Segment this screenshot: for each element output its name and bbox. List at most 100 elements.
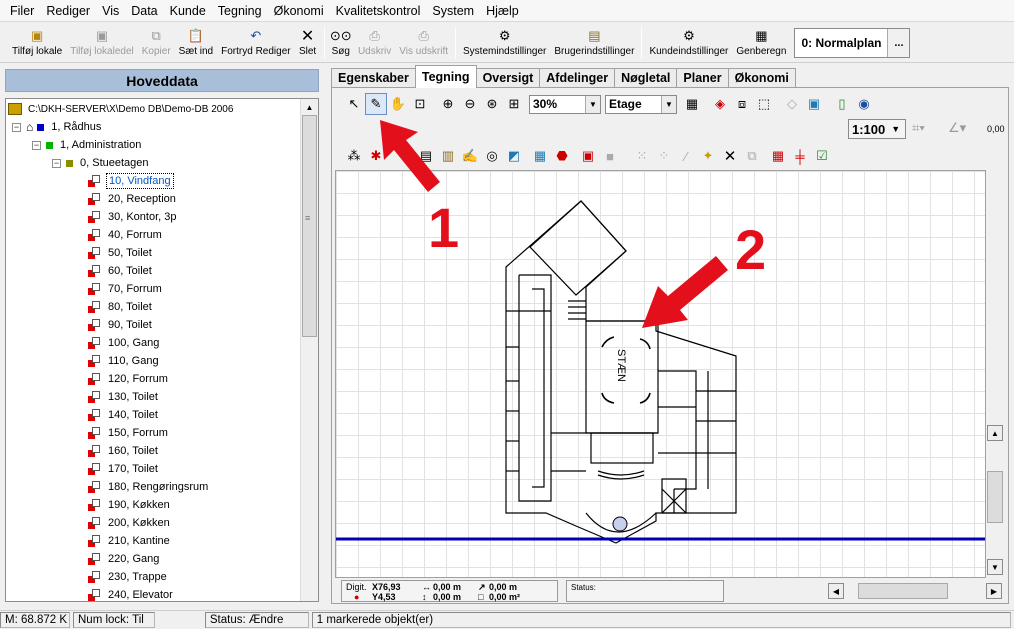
block-tool-icon[interactable]: ■ — [599, 145, 621, 167]
tab-egenskaber[interactable]: Egenskaber — [331, 68, 416, 88]
scroll-left-icon[interactable]: ◀ — [828, 583, 844, 599]
copy-object-icon[interactable]: ⧉ — [741, 145, 763, 167]
menu-data[interactable]: Data — [125, 0, 163, 22]
print-button[interactable]: ⎙ Udskriv — [354, 24, 395, 62]
tree-room-item[interactable]: 190, Køkken — [88, 496, 172, 514]
tree-room-item[interactable]: 50, Toilet — [88, 244, 154, 262]
tab-oversigt[interactable]: Oversigt — [475, 68, 541, 88]
canvas-vscroll-thumb[interactable] — [987, 471, 1003, 523]
menu-kvalitetskontrol[interactable]: Kvalitetskontrol — [330, 0, 427, 22]
tree-room-item[interactable]: 20, Reception — [88, 190, 178, 208]
plan-select[interactable]: 0: Normalplan ... — [794, 27, 911, 58]
tree-room-item[interactable]: 100, Gang — [88, 334, 161, 352]
select-all-icon[interactable]: ⁂ — [343, 145, 365, 167]
tree-room-item[interactable]: 70, Forrum — [88, 280, 164, 298]
menu-kunde[interactable]: Kunde — [164, 0, 212, 22]
cut-icon[interactable]: ✕ — [719, 145, 741, 167]
menu-tegning[interactable]: Tegning — [212, 0, 268, 22]
menu-filer[interactable]: Filer — [4, 0, 40, 22]
tree-room-item[interactable]: 40, Forrum — [88, 226, 164, 244]
paste-button[interactable]: 📋 Sæt ind — [175, 24, 217, 62]
image-icon[interactable]: ▣ — [803, 93, 825, 115]
layers-icon[interactable]: ◇ — [781, 93, 803, 115]
customer-settings-button[interactable]: ⚙ Kundeindstillinger — [645, 24, 732, 62]
add-room-part-button[interactable]: ▣ Tilføj lokaledel — [66, 24, 138, 62]
tab-noegletal[interactable]: Nøgletal — [614, 68, 678, 88]
tree-room-item[interactable]: 230, Trappe — [88, 568, 169, 586]
scroll-right-icon[interactable]: ▶ — [986, 583, 1002, 599]
search-button[interactable]: ⊙⊙ Søg — [328, 24, 354, 62]
star-tool-icon[interactable]: ✦ — [697, 145, 719, 167]
tab-okonomi[interactable]: Økonomi — [727, 68, 796, 88]
checklist-icon[interactable]: ☑ — [811, 145, 833, 167]
visibility-tool-icon[interactable]: ◎ — [481, 145, 503, 167]
zoom-all-icon[interactable]: ⊛ — [481, 93, 503, 115]
tree-scroll-thumb[interactable] — [302, 115, 317, 337]
angle-icon[interactable]: ∠▾ — [948, 120, 966, 136]
zoom-selection-icon[interactable]: ⊞ — [503, 93, 525, 115]
layer-settings-icon[interactable]: ▦ — [681, 93, 703, 115]
properties-icon[interactable]: ▦ — [767, 145, 789, 167]
add-room-button[interactable]: ▣ Tilføj lokale — [8, 24, 66, 62]
globe-icon[interactable]: ◉ — [853, 93, 875, 115]
tree-room-item[interactable]: 130, Toilet — [88, 388, 160, 406]
pointer-icon[interactable]: ↖ — [343, 93, 365, 115]
tree-room-item[interactable]: 10, Vindfang — [88, 172, 174, 190]
fill-tool-icon[interactable]: ◩ — [503, 145, 525, 167]
canvas-hscroll-thumb[interactable] — [858, 583, 948, 599]
tree-scrollbar[interactable]: ▲ ≡ — [300, 99, 318, 601]
tree-room-item[interactable]: 180, Rengøringsrum — [88, 478, 210, 496]
tree-root[interactable]: C:\DKH-SERVER\X\Demo DB\Demo-DB 2006 — [8, 100, 235, 118]
tree-building[interactable]: − ⌂ 1, Rådhus — [12, 118, 103, 136]
menu-hjaelp[interactable]: Hjælp — [480, 0, 525, 22]
tree-room-item[interactable]: 90, Toilet — [88, 316, 154, 334]
tab-afdelinger[interactable]: Afdelinger — [539, 68, 616, 88]
tree-room-item[interactable]: 30, Kontor, 3p — [88, 208, 179, 226]
system-settings-button[interactable]: ⚙ Systemindstillinger — [459, 24, 550, 62]
print-preview-button[interactable]: ⎙ Vis udskrift — [395, 24, 452, 62]
arrange-icon[interactable]: ⧈ — [731, 93, 753, 115]
tree-room-item[interactable]: 140, Toilet — [88, 406, 160, 424]
grid-icon[interactable]: ⌗▾ — [912, 120, 925, 136]
mirror-icon[interactable]: ◈ — [709, 93, 731, 115]
tree-room-item[interactable]: 150, Forrum — [88, 424, 170, 442]
stop-icon[interactable]: ⬣ — [551, 145, 573, 167]
line-tool-icon[interactable]: ⁄ — [675, 145, 697, 167]
group-icon[interactable]: ⁙ — [631, 145, 653, 167]
tree-room-item[interactable]: 80, Toilet — [88, 298, 154, 316]
tree-room-item[interactable]: 60, Toilet — [88, 262, 154, 280]
collapse-icon[interactable]: − — [52, 158, 61, 168]
menu-okonomi[interactable]: Økonomi — [268, 0, 330, 22]
tree-room-item[interactable]: 220, Gang — [88, 550, 161, 568]
menu-vis[interactable]: Vis — [96, 0, 125, 22]
tree-room-item[interactable]: 120, Forrum — [88, 370, 170, 388]
scale-select[interactable]: 1:100 ▼ — [848, 119, 906, 139]
ungroup-icon[interactable]: ⁘ — [653, 145, 675, 167]
undo-edit-button[interactable]: ↶ Fortryd Rediger — [217, 24, 294, 62]
tree-room-item[interactable]: 110, Gang — [88, 352, 161, 370]
collapse-icon[interactable]: − — [32, 140, 41, 150]
tree-department[interactable]: − 1, Administration — [32, 136, 143, 154]
tree-room-item[interactable]: 210, Kantine — [88, 532, 172, 550]
tree-room-item[interactable]: 170, Toilet — [88, 460, 160, 478]
recalculate-button[interactable]: ▦ Genberegn — [732, 24, 790, 62]
scroll-up-icon[interactable]: ▲ — [302, 100, 317, 115]
scroll-down-icon[interactable]: ▼ — [987, 559, 1003, 575]
tree-room-item[interactable]: 240, Elevator — [88, 586, 175, 601]
canvas-vertical-scrollbar[interactable]: ▲ ▼ — [986, 425, 1004, 578]
tree-room-item[interactable]: 160, Toilet — [88, 442, 160, 460]
zoom-select[interactable]: 30% ▼ — [529, 94, 601, 114]
measure-icon[interactable]: ╪ — [789, 145, 811, 167]
tab-tegning[interactable]: Tegning — [414, 65, 477, 88]
menu-system[interactable]: System — [426, 0, 480, 22]
tab-planer[interactable]: Planer — [676, 68, 729, 88]
user-settings-button[interactable]: ▤ Brugerindstillinger — [550, 24, 638, 62]
copy-button[interactable]: ⧉ Kopier — [138, 24, 175, 62]
building-tool-icon[interactable]: ▦ — [529, 145, 551, 167]
tree-floor[interactable]: − 0, Stueetagen — [52, 154, 151, 172]
plan-select-more-button[interactable]: ... — [887, 28, 910, 57]
canvas-horizontal-scrollbar[interactable]: ◀ ▶ — [828, 582, 1004, 600]
tree-room-item[interactable]: 200, Køkken — [88, 514, 172, 532]
import-icon[interactable]: ⬚ — [753, 93, 775, 115]
scroll-up-icon[interactable]: ▲ — [987, 425, 1003, 441]
